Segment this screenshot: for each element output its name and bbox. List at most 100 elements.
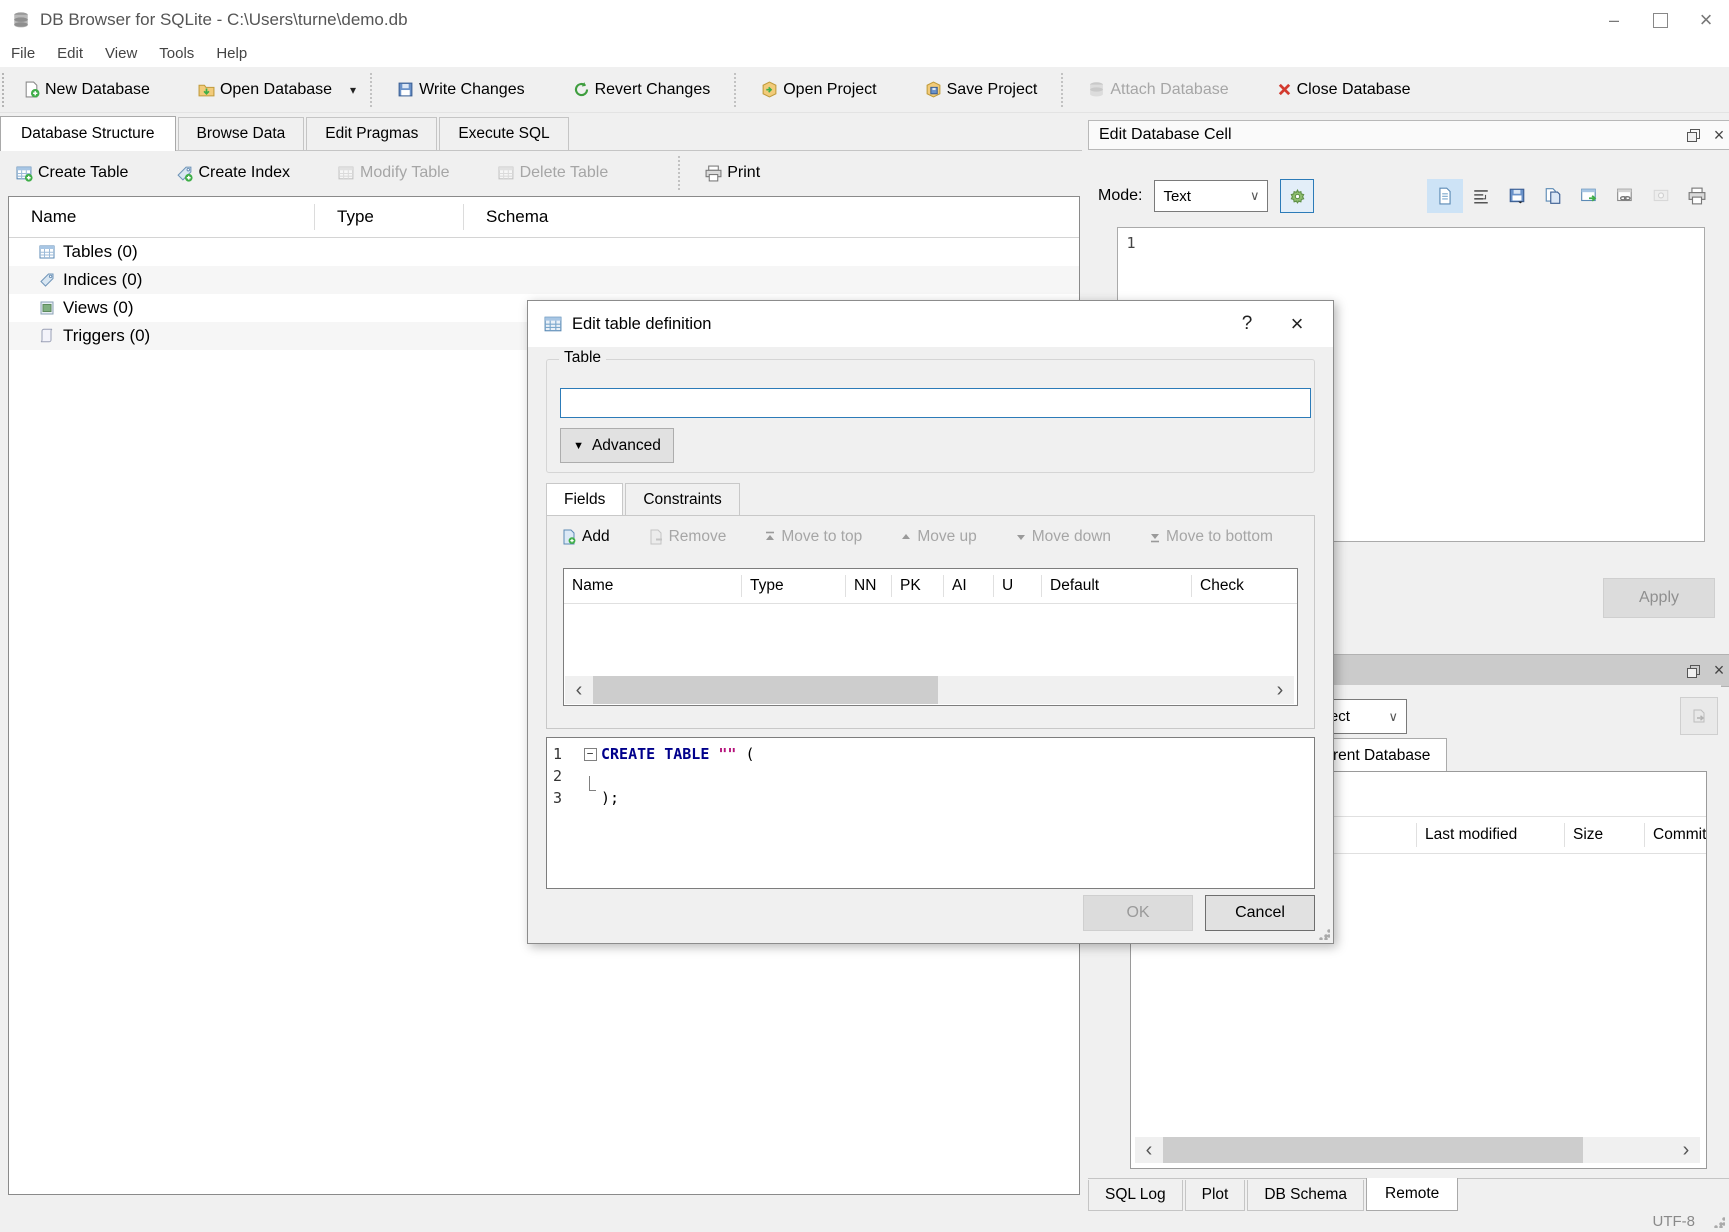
tab-database-structure[interactable]: Database Structure	[0, 116, 176, 151]
mode-label: Mode:	[1098, 187, 1142, 205]
open-database-caret-icon[interactable]: ▾	[350, 83, 356, 97]
minimize-button[interactable]: –	[1591, 5, 1637, 35]
write-changes-button[interactable]: Write Changes	[387, 73, 535, 107]
tree-row-tables[interactable]: Tables (0)	[9, 238, 1079, 266]
tab-fields[interactable]: Fields	[546, 483, 623, 517]
cell-wordwrap-button[interactable]	[1463, 179, 1499, 213]
dock-float-button[interactable]	[1680, 660, 1706, 682]
new-database-icon	[23, 81, 40, 98]
remote-column-commit: Commit	[1644, 823, 1706, 847]
open-project-button[interactable]: Open Project	[751, 73, 886, 107]
tab-execute-sql[interactable]: Execute SQL	[439, 117, 568, 150]
col-name: Name	[564, 575, 742, 597]
open-database-button[interactable]: Open Database	[188, 73, 342, 107]
menubar: File Edit View Tools Help	[0, 40, 1729, 67]
dock-float-button[interactable]	[1680, 124, 1706, 146]
edit-cell-controls: Mode: Text ∨	[1088, 178, 1721, 214]
scroll-left-icon[interactable]: ‹	[565, 676, 593, 704]
cancel-button[interactable]: Cancel	[1205, 895, 1315, 931]
table-group-label: Table	[559, 349, 606, 367]
close-database-icon	[1277, 82, 1292, 97]
print-button[interactable]: Print	[695, 156, 770, 190]
open-database-icon	[198, 81, 215, 98]
dock-close-button[interactable]: ×	[1706, 124, 1729, 146]
tab-sql-log[interactable]: SQL Log	[1088, 1180, 1183, 1211]
revert-changes-button[interactable]: Revert Changes	[563, 73, 721, 107]
menu-file[interactable]: File	[0, 42, 46, 65]
word-wrap-button[interactable]	[1280, 179, 1314, 213]
toolbar-separator	[734, 73, 737, 107]
scroll-right-icon[interactable]: ›	[1672, 1137, 1700, 1163]
attach-database-button: Attach Database	[1078, 73, 1238, 107]
move-to-top-icon	[764, 531, 776, 543]
index-icon	[39, 272, 55, 288]
tree-column-schema[interactable]: Schema	[464, 204, 1079, 230]
fold-marker-icon[interactable]: −	[579, 748, 601, 761]
fields-table-header: Name Type NN PK AI U Default Check	[564, 569, 1297, 604]
move-down-button: Move down	[1009, 524, 1117, 550]
scroll-left-icon[interactable]: ‹	[1135, 1137, 1163, 1163]
cell-export-button[interactable]	[1535, 179, 1571, 213]
fields-hscrollbar[interactable]: ‹ ›	[565, 676, 1294, 704]
close-button[interactable]: ×	[1683, 5, 1729, 35]
create-table-button[interactable]: Create Table	[6, 156, 138, 190]
tree-column-name[interactable]: Name	[9, 204, 315, 230]
tab-plot[interactable]: Plot	[1185, 1180, 1246, 1211]
dialog-close-button[interactable]: ×	[1277, 309, 1317, 339]
new-database-button[interactable]: New Database	[13, 73, 160, 107]
table-icon	[544, 315, 562, 333]
maximize-icon	[1653, 13, 1668, 28]
encoding-indicator[interactable]: UTF-8	[1653, 1213, 1696, 1230]
mode-select[interactable]: Text ∨	[1154, 180, 1268, 212]
create-index-button[interactable]: Create Index	[166, 156, 300, 190]
dialog-titlebar[interactable]: Edit table definition ? ×	[528, 301, 1333, 347]
dialog-tab-bar: Fields Constraints	[546, 482, 742, 516]
dialog-resize-grip[interactable]	[1318, 928, 1330, 940]
toolbar-handle	[2, 73, 9, 107]
menu-help[interactable]: Help	[205, 42, 258, 65]
sql-close: );	[601, 789, 619, 807]
move-up-button: Move up	[894, 524, 982, 550]
write-changes-icon	[397, 81, 414, 98]
combo-caret-icon: ∨	[1250, 188, 1260, 204]
toolbar-separator	[370, 73, 373, 107]
tab-edit-pragmas[interactable]: Edit Pragmas	[306, 117, 437, 150]
attach-database-icon	[1088, 81, 1105, 98]
scroll-right-icon[interactable]: ›	[1266, 676, 1294, 704]
remove-icon	[648, 529, 664, 545]
menu-edit[interactable]: Edit	[46, 42, 94, 65]
trigger-icon	[39, 328, 55, 344]
scroll-thumb[interactable]	[593, 676, 938, 704]
cell-text-mode-button[interactable]	[1427, 179, 1463, 213]
tab-db-schema[interactable]: DB Schema	[1247, 1180, 1364, 1211]
sql-preview[interactable]: 1 − CREATE TABLE "" ( 2 3 );	[546, 737, 1315, 889]
add-field-button[interactable]: Add	[555, 524, 616, 550]
menu-view[interactable]: View	[94, 42, 148, 65]
close-database-button[interactable]: Close Database	[1267, 73, 1421, 107]
col-u: U	[994, 575, 1042, 597]
dock-close-button[interactable]: ×	[1706, 660, 1729, 682]
save-project-icon	[925, 81, 942, 98]
tree-column-type[interactable]: Type	[315, 204, 464, 230]
advanced-button[interactable]: ▼ Advanced	[560, 428, 674, 463]
cell-open-in-window-button[interactable]	[1571, 179, 1607, 213]
table-name-input[interactable]	[560, 388, 1311, 418]
tab-remote[interactable]: Remote	[1366, 1178, 1458, 1211]
dialog-help-button[interactable]: ?	[1227, 309, 1267, 339]
tab-constraints[interactable]: Constraints	[625, 483, 739, 516]
remote-hscrollbar[interactable]: ‹ ›	[1135, 1137, 1700, 1163]
save-project-button[interactable]: Save Project	[915, 73, 1048, 107]
tree-row-indices[interactable]: Indices (0)	[9, 266, 1079, 294]
scroll-thumb[interactable]	[1163, 1137, 1583, 1163]
tab-browse-data[interactable]: Browse Data	[178, 117, 305, 150]
cell-import-button[interactable]	[1499, 179, 1535, 213]
fields-toolbar: Add Remove Move to top Move up Move down…	[555, 524, 1279, 550]
create-table-icon	[16, 165, 33, 182]
cell-print-button[interactable]	[1679, 179, 1715, 213]
maximize-button[interactable]	[1637, 5, 1683, 35]
cell-link-window-button[interactable]	[1607, 179, 1643, 213]
window-resize-grip[interactable]	[1713, 1216, 1725, 1228]
ok-button: OK	[1083, 895, 1193, 931]
move-down-icon	[1015, 531, 1027, 543]
menu-tools[interactable]: Tools	[148, 42, 205, 65]
